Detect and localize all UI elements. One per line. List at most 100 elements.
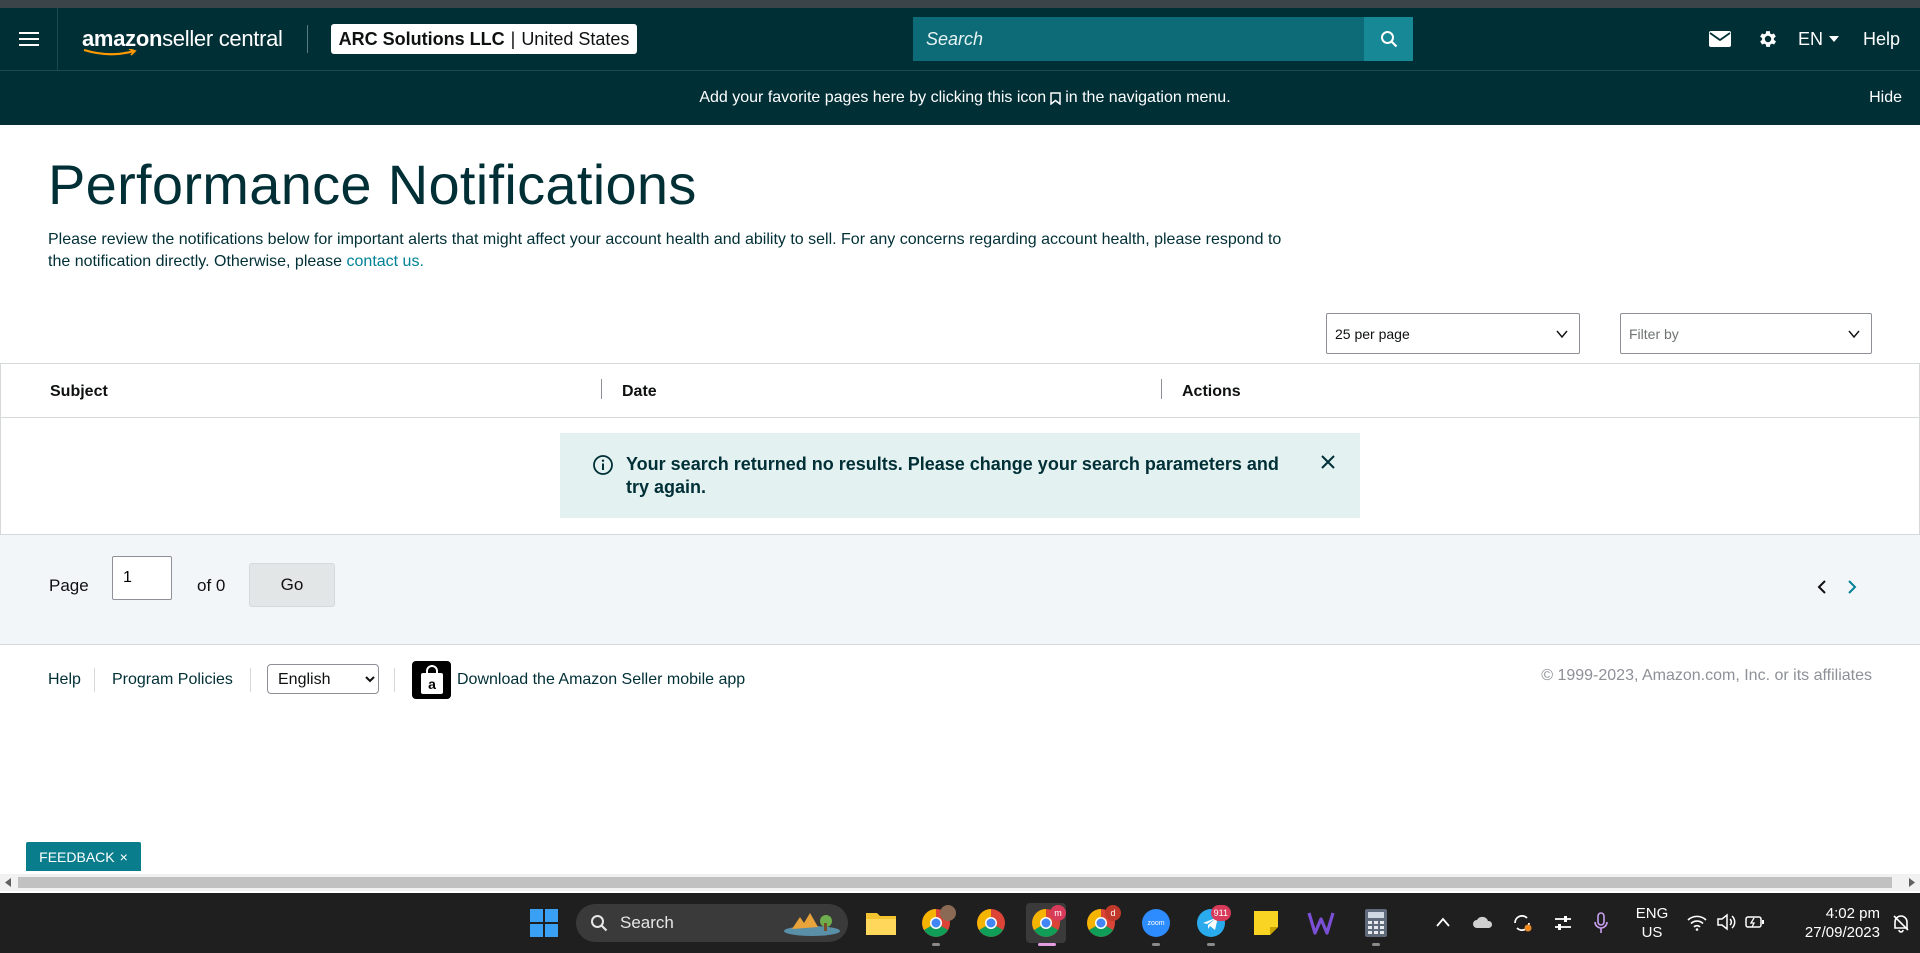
favorites-message: Add your favorite pages here by clicking… [699,89,1230,107]
column-header-date[interactable]: Date [622,383,657,401]
amazon-smile-icon [83,49,137,56]
scrollbar-thumb[interactable] [18,877,1892,888]
mail-icon [1708,31,1731,47]
contact-us-link[interactable]: contact us. [347,253,424,270]
running-indicator [1152,943,1160,946]
close-icon[interactable] [1320,454,1336,470]
footer-help-link[interactable]: Help [48,671,81,689]
favorites-message-start: Add your favorite pages here by clicking… [699,89,1047,106]
page-total-label: of 0 [197,576,226,595]
hide-banner-link[interactable]: Hide [1869,89,1902,107]
settings-button[interactable] [1744,8,1792,70]
logo-seller-central-text: seller central [162,26,283,51]
svg-text:a: a [428,676,436,692]
header-help-link[interactable]: Help [1863,29,1900,50]
filter-placeholder: Filter by [1629,325,1679,342]
top-navigation-bar: amazon seller central ARC Solutions LLC … [0,8,1920,70]
chrome-app-profile-1[interactable] [916,903,956,943]
messages-button[interactable] [1696,8,1744,70]
active-indicator [1038,943,1056,946]
battery-icon[interactable] [1745,914,1765,930]
search-input[interactable] [913,17,1364,61]
chevron-left-icon[interactable] [1816,579,1828,595]
taskbar-search[interactable]: Search [576,904,848,942]
file-explorer-app[interactable] [861,903,901,943]
sync-icon[interactable] [1511,912,1533,934]
seller-central-logo[interactable]: amazon seller central [82,19,283,59]
sticky-notes-app[interactable] [1246,903,1286,943]
per-page-dropdown[interactable]: 25 per page [1326,313,1580,354]
telegram-app[interactable]: 911 [1191,903,1231,943]
menu-icon[interactable] [0,8,58,70]
no-results-message: Your search returned no results. Please … [626,454,1279,497]
feedback-button[interactable]: FEEDBACK × [26,842,141,871]
global-search [913,17,1413,61]
info-icon [593,455,613,475]
browser-top-strip [0,0,1920,8]
footer-divider [250,668,251,692]
column-resize-handle[interactable] [601,379,602,399]
profile-badge: d [1105,905,1121,921]
clock[interactable]: 4:02 pm 27/09/2023 [1780,904,1880,942]
page-number-input[interactable] [112,556,172,600]
taskbar-search-label: Search [620,913,674,932]
page-footer: Help Program Policies English a Download… [0,660,1920,700]
horizontal-scrollbar[interactable] [0,874,1920,891]
header-divider [306,25,308,53]
calculator-app[interactable] [1356,903,1396,943]
chrome-icon [977,909,1005,937]
chevron-down-icon [1556,330,1568,339]
scroll-right-arrow-icon[interactable] [1909,878,1915,887]
clock-time: 4:02 pm [1825,905,1880,922]
language-selector[interactable]: EN [1798,29,1839,50]
sliders-icon[interactable] [1553,913,1573,933]
filter-by-dropdown[interactable]: Filter by [1620,313,1872,354]
shopping-bag-icon: a [420,665,443,694]
calculator-icon [1365,909,1387,937]
chevron-right-icon[interactable] [1846,579,1858,595]
input-language-line2: US [1641,924,1663,941]
search-highlight-icon [784,913,840,936]
input-language-indicator[interactable]: ENG US [1630,904,1674,942]
chevron-down-icon [1848,330,1860,339]
download-app-link[interactable]: Download the Amazon Seller mobile app [457,671,745,689]
running-indicator [1207,943,1215,946]
chrome-app-profile-2[interactable] [971,903,1011,943]
search-icon [591,915,608,932]
w-letter-icon [1307,912,1335,935]
program-policies-link[interactable]: Program Policies [112,671,233,689]
folder-icon [866,913,896,935]
pagination-bar: Page of 0 Go [0,535,1920,645]
chrome-app-profile-4[interactable]: d [1081,903,1121,943]
sticky-note-icon [1254,911,1278,935]
feedback-close-icon[interactable]: × [120,849,128,865]
column-resize-handle[interactable] [1161,379,1162,399]
wifi-icon[interactable] [1687,914,1707,931]
start-button[interactable] [524,903,564,943]
page-label: Page [49,576,89,595]
zoom-app[interactable]: zoom [1136,903,1176,943]
windows-logo-icon [530,909,558,937]
marketplace-name: United States [521,28,630,49]
footer-language-select[interactable]: English [267,664,379,694]
footer-divider [94,668,95,692]
running-indicator [1372,943,1380,946]
scroll-left-arrow-icon[interactable] [5,878,11,887]
seller-app-icon[interactable]: a [412,661,451,699]
w-app[interactable] [1301,903,1341,943]
microphone-icon[interactable] [1594,912,1608,934]
page-description: Please review the notifications below fo… [48,229,1298,273]
per-page-value: 25 per page [1335,325,1410,342]
chrome-app-profile-3[interactable]: m [1026,903,1066,943]
onedrive-cloud-icon[interactable] [1472,914,1494,930]
column-header-subject[interactable]: Subject [50,383,108,401]
search-button[interactable] [1364,17,1413,61]
notification-badge: 911 [1210,905,1231,921]
volume-icon[interactable] [1716,913,1736,931]
account-switcher[interactable]: ARC Solutions LLC | United States [330,24,638,54]
notification-bell-icon[interactable] [1891,913,1911,933]
clock-date: 27/09/2023 [1804,924,1880,941]
no-results-alert: Your search returned no results. Please … [560,433,1360,518]
go-button[interactable]: Go [249,563,335,607]
chevron-up-icon[interactable] [1436,917,1450,927]
